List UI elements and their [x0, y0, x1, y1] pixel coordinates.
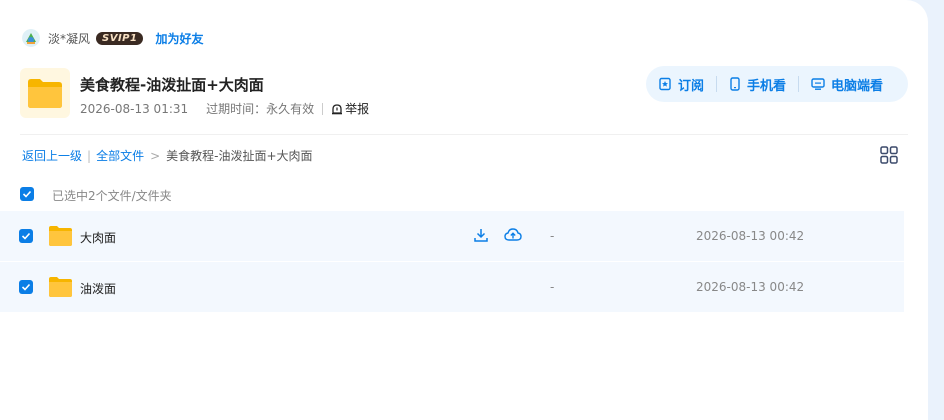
row-checkbox[interactable]	[19, 280, 33, 294]
desktop-view-label: 电脑端看	[831, 78, 884, 94]
action-divider	[716, 76, 718, 92]
download-icon[interactable]	[473, 227, 489, 243]
file-time: 2026-08-13 00:42	[696, 229, 805, 243]
warning-icon	[332, 103, 343, 114]
folder-icon	[48, 276, 73, 298]
file-name[interactable]: 大肉面	[80, 229, 116, 246]
share-meta: 2026-08-13 01:31 过期时间： 永久有效 举报	[80, 100, 369, 117]
phone-icon	[730, 77, 740, 91]
mobile-view-label: 手机看	[747, 78, 787, 94]
report-button[interactable]: 举报	[331, 100, 369, 117]
svip-badge: SVIP1	[96, 31, 144, 45]
file-size: -	[550, 280, 555, 294]
select-all-checkbox[interactable]	[20, 187, 34, 201]
check-icon	[21, 283, 31, 291]
folder-icon	[20, 68, 70, 118]
expire-label: 过期时间：	[206, 102, 267, 116]
folder-icon	[48, 225, 73, 247]
selection-summary: 已选中2个文件/文件夹	[52, 189, 172, 203]
desktop-view-button[interactable]: 电脑端看	[811, 75, 883, 94]
report-label: 举报	[345, 102, 370, 116]
bookmark-icon	[659, 77, 671, 91]
user-info: 淡*凝风 SVIP1 加为好友	[22, 28, 203, 48]
meta-divider	[322, 102, 324, 115]
file-row[interactable]: 油泼面 - 2026-08-13 00:42	[0, 262, 904, 312]
add-friend-link[interactable]: 加为好友	[155, 30, 203, 47]
share-title: 美食教程-油泼扯面+大肉面	[80, 76, 264, 94]
row-checkbox[interactable]	[19, 229, 33, 243]
mobile-view-button[interactable]: 手机看	[729, 75, 786, 94]
breadcrumb-current: 美食教程-油泼扯面+大肉面	[166, 149, 313, 163]
file-size: -	[550, 229, 555, 243]
file-row[interactable]: 大肉面 - 2026-08-13 00:42	[0, 211, 904, 261]
grid-view-icon[interactable]	[880, 146, 898, 164]
avatar[interactable]	[22, 29, 40, 47]
save-to-cloud-icon[interactable]	[504, 227, 522, 243]
subscribe-label: 订阅	[678, 78, 705, 94]
monitor-icon	[811, 78, 825, 90]
breadcrumb-separator: |	[87, 148, 92, 163]
header-divider	[20, 134, 908, 135]
action-divider	[798, 76, 800, 92]
share-page-card: 淡*凝风 SVIP1 加为好友 美食教程-油泼扯面+大肉面 2026-08-13…	[0, 0, 928, 420]
file-time: 2026-08-13 00:42	[696, 280, 805, 294]
share-date: 2026-08-13 01:31	[80, 101, 189, 116]
expire-value: 永久有效	[266, 102, 315, 116]
username: 淡*凝风	[48, 31, 91, 46]
subscribe-button[interactable]: 订阅	[658, 75, 704, 94]
all-files-link[interactable]: 全部文件	[96, 147, 144, 164]
view-actions: 订阅 手机看 电脑端看	[646, 66, 908, 102]
file-name[interactable]: 油泼面	[80, 280, 116, 297]
back-link[interactable]: 返回上一级	[22, 147, 82, 164]
check-icon	[21, 232, 31, 240]
breadcrumb: 返回上一级 | 全部文件 > 美食教程-油泼扯面+大肉面	[22, 147, 313, 164]
check-icon	[22, 190, 32, 198]
breadcrumb-arrow: >	[150, 148, 161, 163]
